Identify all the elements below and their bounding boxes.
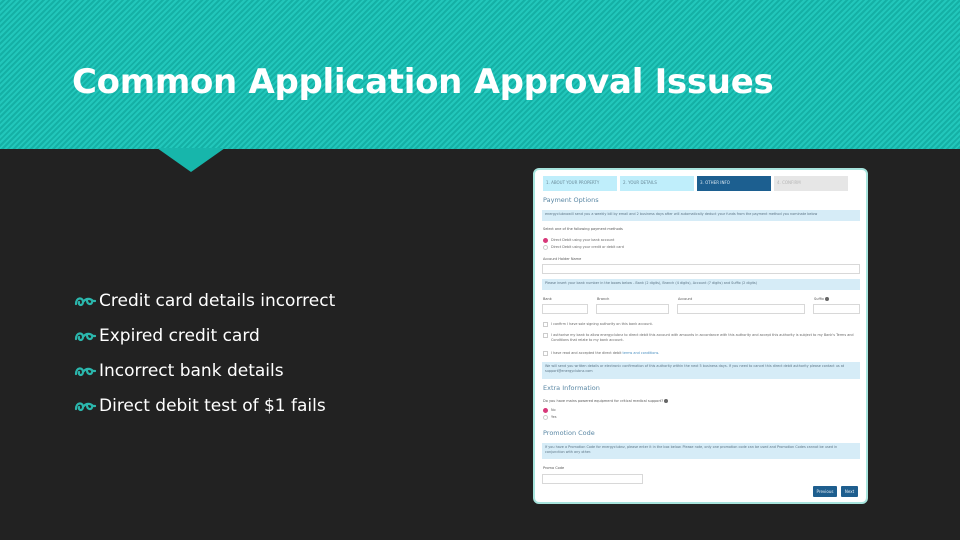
radio-bank-account[interactable] <box>543 238 548 243</box>
branch-input[interactable] <box>596 304 669 314</box>
extra-info-heading: Extra Information <box>543 384 600 392</box>
authorise-bank-text: I authorise my bank to allow energyclubn… <box>551 333 854 342</box>
account-holder-label: Account Holder Name <box>543 257 582 261</box>
account-holder-input[interactable] <box>542 264 860 274</box>
bank-info-box: Please insert your bank number in the bo… <box>542 279 860 290</box>
payment-method-label: Select one of the following payment meth… <box>543 227 623 231</box>
bullet-item: Incorrect bank details <box>74 353 335 388</box>
checkbox-terms[interactable] <box>543 351 548 356</box>
bullet-text: Credit card details incorrect <box>99 290 336 311</box>
bank-label: Bank <box>543 297 552 301</box>
bullet-text: Direct debit test of $1 fails <box>99 395 326 416</box>
slide-title: Common Application Approval Issues <box>72 62 774 102</box>
option-bank-account: Direct Debit using your bank account <box>551 238 615 242</box>
bullet-text: Expired credit card <box>99 325 260 346</box>
bullet-text: Incorrect bank details <box>99 360 284 381</box>
help-icon[interactable] <box>824 297 829 301</box>
next-button[interactable]: Next <box>841 486 858 497</box>
scroll-fleuron-icon <box>74 296 96 306</box>
step-confirm[interactable]: 4. Confirm <box>774 176 848 191</box>
option-yes: Yes <box>551 415 557 419</box>
bank-input[interactable] <box>542 304 588 314</box>
step-tabs: 1. About your property 2. Your details 3… <box>543 176 848 191</box>
suffix-input[interactable] <box>813 304 860 314</box>
option-no: No <box>551 408 556 412</box>
account-label: Account <box>678 297 693 301</box>
account-input[interactable] <box>677 304 805 314</box>
terms-text: I have read and accepted the direct debi… <box>551 351 660 355</box>
scroll-fleuron-icon <box>74 331 96 341</box>
radio-card[interactable] <box>543 245 548 250</box>
checkbox-authorise-bank[interactable] <box>543 333 548 338</box>
bullet-item: Direct debit test of $1 fails <box>74 388 335 423</box>
scroll-fleuron-icon <box>74 401 96 411</box>
previous-button[interactable]: Previous <box>813 486 837 497</box>
payment-info-box: energyclubnowill send you a weekly bill … <box>542 210 860 221</box>
bullet-list: Credit card details incorrect Expired cr… <box>74 283 335 423</box>
promo-code-label: Promo Code <box>543 466 565 470</box>
terms-link[interactable]: terms and conditions. <box>623 351 660 355</box>
suffix-label: Suffix <box>814 297 829 301</box>
radio-no[interactable] <box>543 408 548 413</box>
step-other-info[interactable]: 3. Other info <box>697 176 771 191</box>
help-icon[interactable] <box>664 399 669 403</box>
form-screenshot: 1. About your property 2. Your details 3… <box>533 168 868 504</box>
bullet-item: Credit card details incorrect <box>74 283 335 318</box>
radio-yes[interactable] <box>543 415 548 420</box>
checkbox-sole-authority[interactable] <box>543 322 548 327</box>
notice-box: We will send you written details or elec… <box>542 362 860 379</box>
step-your-details[interactable]: 2. Your details <box>620 176 694 191</box>
promo-code-input[interactable] <box>542 474 643 484</box>
promo-heading: Promotion Code <box>543 429 595 437</box>
branch-label: Branch <box>597 297 610 301</box>
payment-options-heading: Payment Options <box>543 196 599 204</box>
promo-info-box: If you have a Promotion Code for energyc… <box>542 443 860 459</box>
step-about-property[interactable]: 1. About your property <box>543 176 617 191</box>
option-card: Direct Debit using your credit or debit … <box>551 245 624 249</box>
banner-notch <box>157 148 225 172</box>
medical-question: Do you have mains powered equipment for … <box>543 399 669 403</box>
bullet-item: Expired credit card <box>74 318 335 353</box>
sole-authority-text: I confirm I have sole signing authority … <box>551 322 653 326</box>
scroll-fleuron-icon <box>74 366 96 376</box>
